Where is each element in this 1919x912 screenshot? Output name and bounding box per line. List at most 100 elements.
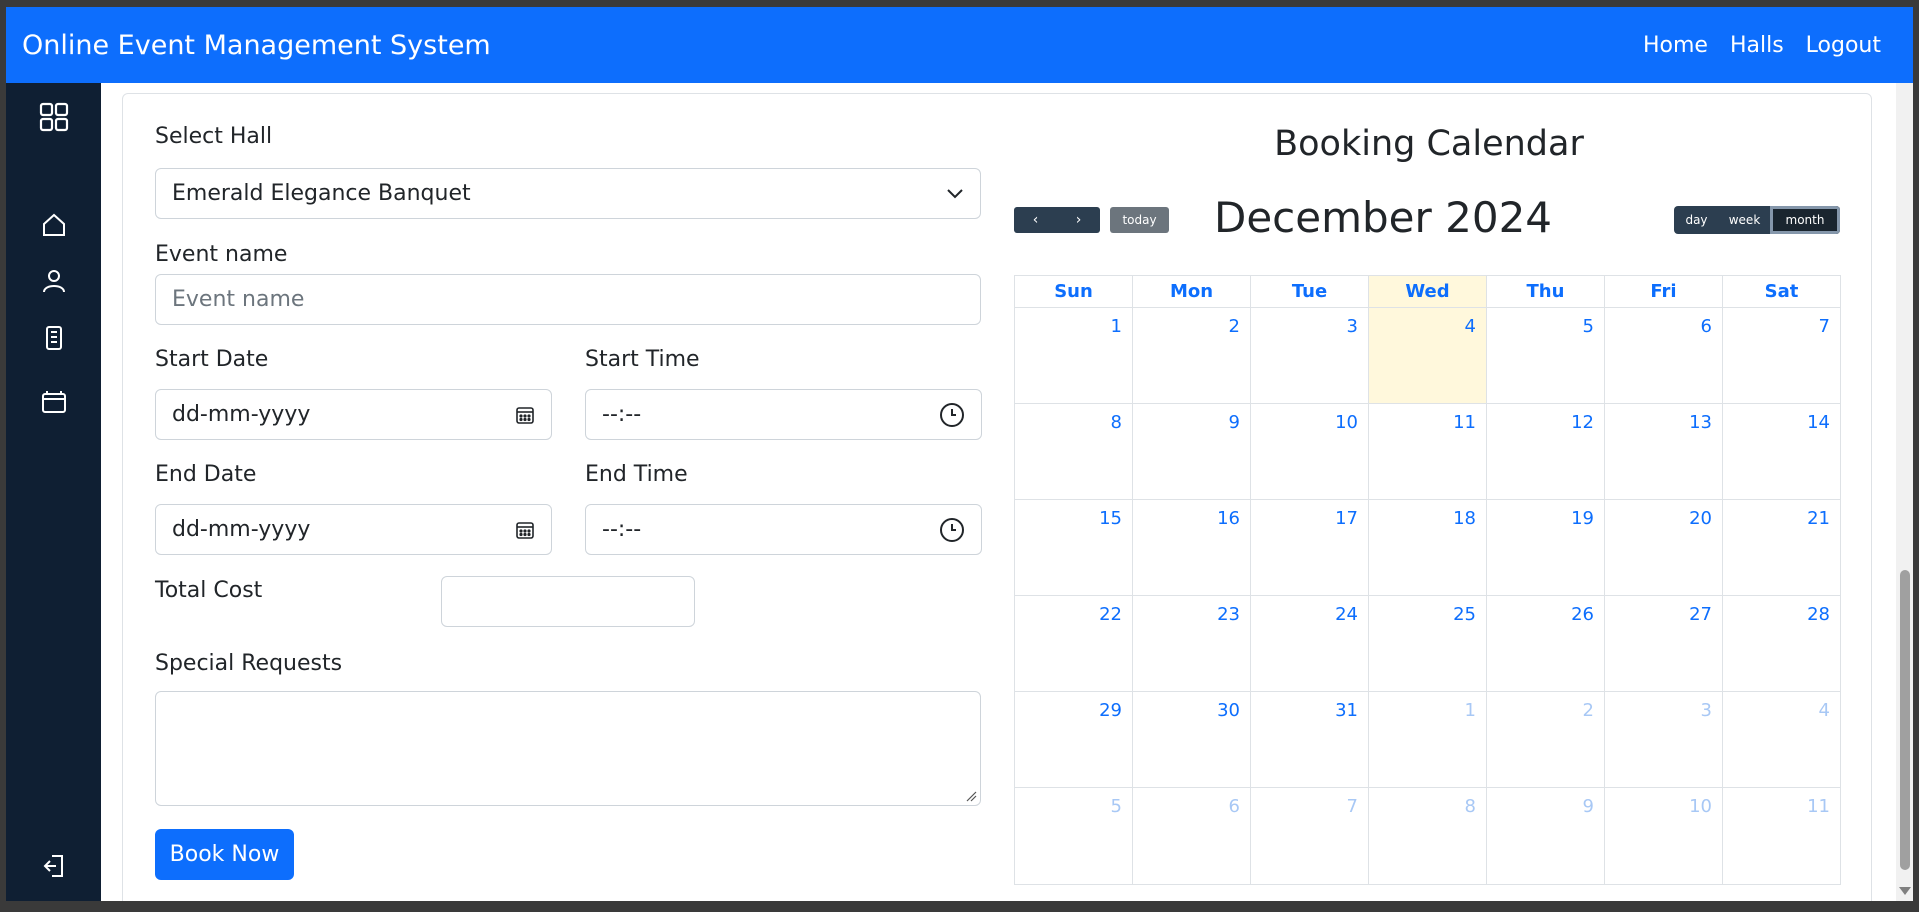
calendar-day[interactable]: 9 — [1487, 788, 1605, 884]
calendar-day[interactable]: 20 — [1605, 500, 1723, 595]
weekday-tue: Tue — [1251, 276, 1369, 307]
special-requests-label: Special Requests — [155, 651, 343, 676]
event-name-label: Event name — [155, 242, 288, 267]
weekday-sun: Sun — [1015, 276, 1133, 307]
end-time-input[interactable]: --:-- — [585, 504, 982, 555]
calendar-day[interactable]: 27 — [1605, 596, 1723, 691]
month-title: December 2024 — [1213, 193, 1553, 242]
calendar-day[interactable]: 2 — [1487, 692, 1605, 787]
calendar-icon[interactable] — [515, 520, 535, 540]
page-scrollbar[interactable] — [1896, 83, 1913, 901]
calendar-week-row: 1234567 — [1015, 308, 1840, 404]
calendar-day[interactable]: 10 — [1251, 404, 1369, 499]
calendar-day[interactable]: 1 — [1369, 692, 1487, 787]
calendar-day[interactable]: 17 — [1251, 500, 1369, 595]
start-time-input[interactable]: --:-- — [585, 389, 982, 440]
home-icon[interactable] — [6, 212, 101, 238]
prev-month-button[interactable]: ‹ — [1014, 207, 1057, 233]
building-icon[interactable] — [6, 325, 101, 351]
logout-icon[interactable] — [6, 853, 101, 879]
calendar-day[interactable]: 16 — [1133, 500, 1251, 595]
calendar-day[interactable]: 13 — [1605, 404, 1723, 499]
nav-logout-link[interactable]: Logout — [1806, 33, 1881, 58]
main-content: Select Hall Emerald Elegance Banquet Eve… — [101, 83, 1896, 901]
nav-home-link[interactable]: Home — [1643, 33, 1708, 58]
calendar-day[interactable]: 1 — [1015, 308, 1133, 403]
user-icon[interactable] — [6, 268, 101, 294]
wallet-icon[interactable] — [6, 388, 101, 416]
calendar-day[interactable]: 5 — [1487, 308, 1605, 403]
calendar-day[interactable]: 8 — [1015, 404, 1133, 499]
nav-halls-link[interactable]: Halls — [1730, 33, 1784, 58]
weekday-header: Sun Mon Tue Wed Thu Fri Sat — [1015, 276, 1840, 308]
day-view-button[interactable]: day — [1674, 206, 1719, 234]
today-button[interactable]: today — [1110, 207, 1169, 233]
select-hall-label: Select Hall — [155, 124, 273, 149]
calendar-day[interactable]: 11 — [1369, 404, 1487, 499]
scrollbar-thumb[interactable] — [1900, 570, 1910, 870]
calendar-week-row: 5 6 7 8 9 10 11 — [1015, 788, 1840, 884]
calendar-day[interactable]: 23 — [1133, 596, 1251, 691]
nav-links: Home Halls Logout — [1643, 33, 1881, 58]
calendar-day[interactable]: 3 — [1251, 308, 1369, 403]
app-title[interactable]: Online Event Management System — [22, 30, 1643, 61]
clock-icon[interactable] — [939, 517, 965, 543]
calendar-day[interactable]: 8 — [1369, 788, 1487, 884]
calendar-week-row: 15 16 17 18 19 20 21 — [1015, 500, 1840, 596]
weekday-thu: Thu — [1487, 276, 1605, 307]
calendar-day[interactable]: 21 — [1723, 500, 1840, 595]
special-requests-textarea[interactable] — [155, 691, 981, 806]
hall-select[interactable]: Emerald Elegance Banquet — [155, 168, 981, 219]
calendar-day[interactable]: 10 — [1605, 788, 1723, 884]
navbar: Online Event Management System Home Hall… — [6, 7, 1913, 83]
end-date-placeholder: dd-mm-yyyy — [172, 517, 311, 542]
calendar-day[interactable]: 6 — [1133, 788, 1251, 884]
resize-handle-icon[interactable] — [965, 790, 977, 802]
end-time-label: End Time — [585, 462, 688, 487]
calendar-grid: Sun Mon Tue Wed Thu Fri Sat 1 2 3 4 5 6 7 8 9 10 11 12 13 1… — [1014, 275, 1841, 885]
total-cost-input[interactable] — [441, 576, 695, 627]
calendar-day[interactable]: 18 — [1369, 500, 1487, 595]
clock-icon[interactable] — [939, 402, 965, 428]
month-view-button[interactable]: month — [1770, 206, 1840, 234]
calendar-day[interactable]: 15 — [1015, 500, 1133, 595]
calendar-day[interactable]: 28 — [1723, 596, 1840, 691]
calendar-day[interactable]: 11 — [1723, 788, 1840, 884]
hall-select-value: Emerald Elegance Banquet — [172, 181, 471, 206]
week-view-button[interactable]: week — [1719, 206, 1770, 234]
calendar-day[interactable]: 7 — [1723, 308, 1840, 403]
calendar-day[interactable]: 9 — [1133, 404, 1251, 499]
calendar-day[interactable]: 29 — [1015, 692, 1133, 787]
booking-card: Select Hall Emerald Elegance Banquet Eve… — [122, 93, 1872, 901]
start-date-input[interactable]: dd-mm-yyyy — [155, 389, 552, 440]
calendar-heading: Booking Calendar — [1274, 124, 1584, 164]
calendar-day[interactable]: 22 — [1015, 596, 1133, 691]
calendar-day[interactable]: 26 — [1487, 596, 1605, 691]
calendar-day[interactable]: 19 — [1487, 500, 1605, 595]
scroll-down-arrow-icon[interactable] — [1899, 887, 1911, 895]
calendar-day[interactable]: 3 — [1605, 692, 1723, 787]
start-time-label: Start Time — [585, 347, 700, 372]
grid-icon[interactable] — [6, 101, 101, 133]
calendar-day[interactable]: 30 — [1133, 692, 1251, 787]
calendar-day[interactable]: 7 — [1251, 788, 1369, 884]
calendar-day[interactable]: 12 — [1487, 404, 1605, 499]
calendar-day[interactable]: 31 — [1251, 692, 1369, 787]
calendar-icon[interactable] — [515, 405, 535, 425]
event-name-placeholder: Event name — [172, 287, 305, 312]
calendar-day[interactable]: 4 — [1723, 692, 1840, 787]
calendar-week-row: 22 23 24 25 26 27 28 — [1015, 596, 1840, 692]
calendar-day[interactable]: 24 — [1251, 596, 1369, 691]
next-month-button[interactable]: › — [1057, 207, 1100, 233]
calendar-day[interactable]: 2 — [1133, 308, 1251, 403]
calendar-day[interactable]: 14 — [1723, 404, 1840, 499]
end-date-input[interactable]: dd-mm-yyyy — [155, 504, 552, 555]
event-name-input[interactable]: Event name — [155, 274, 981, 325]
calendar-day[interactable]: 25 — [1369, 596, 1487, 691]
calendar-day-today[interactable]: 4 — [1369, 308, 1487, 403]
book-now-button[interactable]: Book Now — [155, 829, 294, 880]
calendar-day[interactable]: 5 — [1015, 788, 1133, 884]
calendar-day[interactable]: 6 — [1605, 308, 1723, 403]
start-time-placeholder: --:-- — [602, 402, 642, 427]
sidebar — [6, 83, 101, 901]
